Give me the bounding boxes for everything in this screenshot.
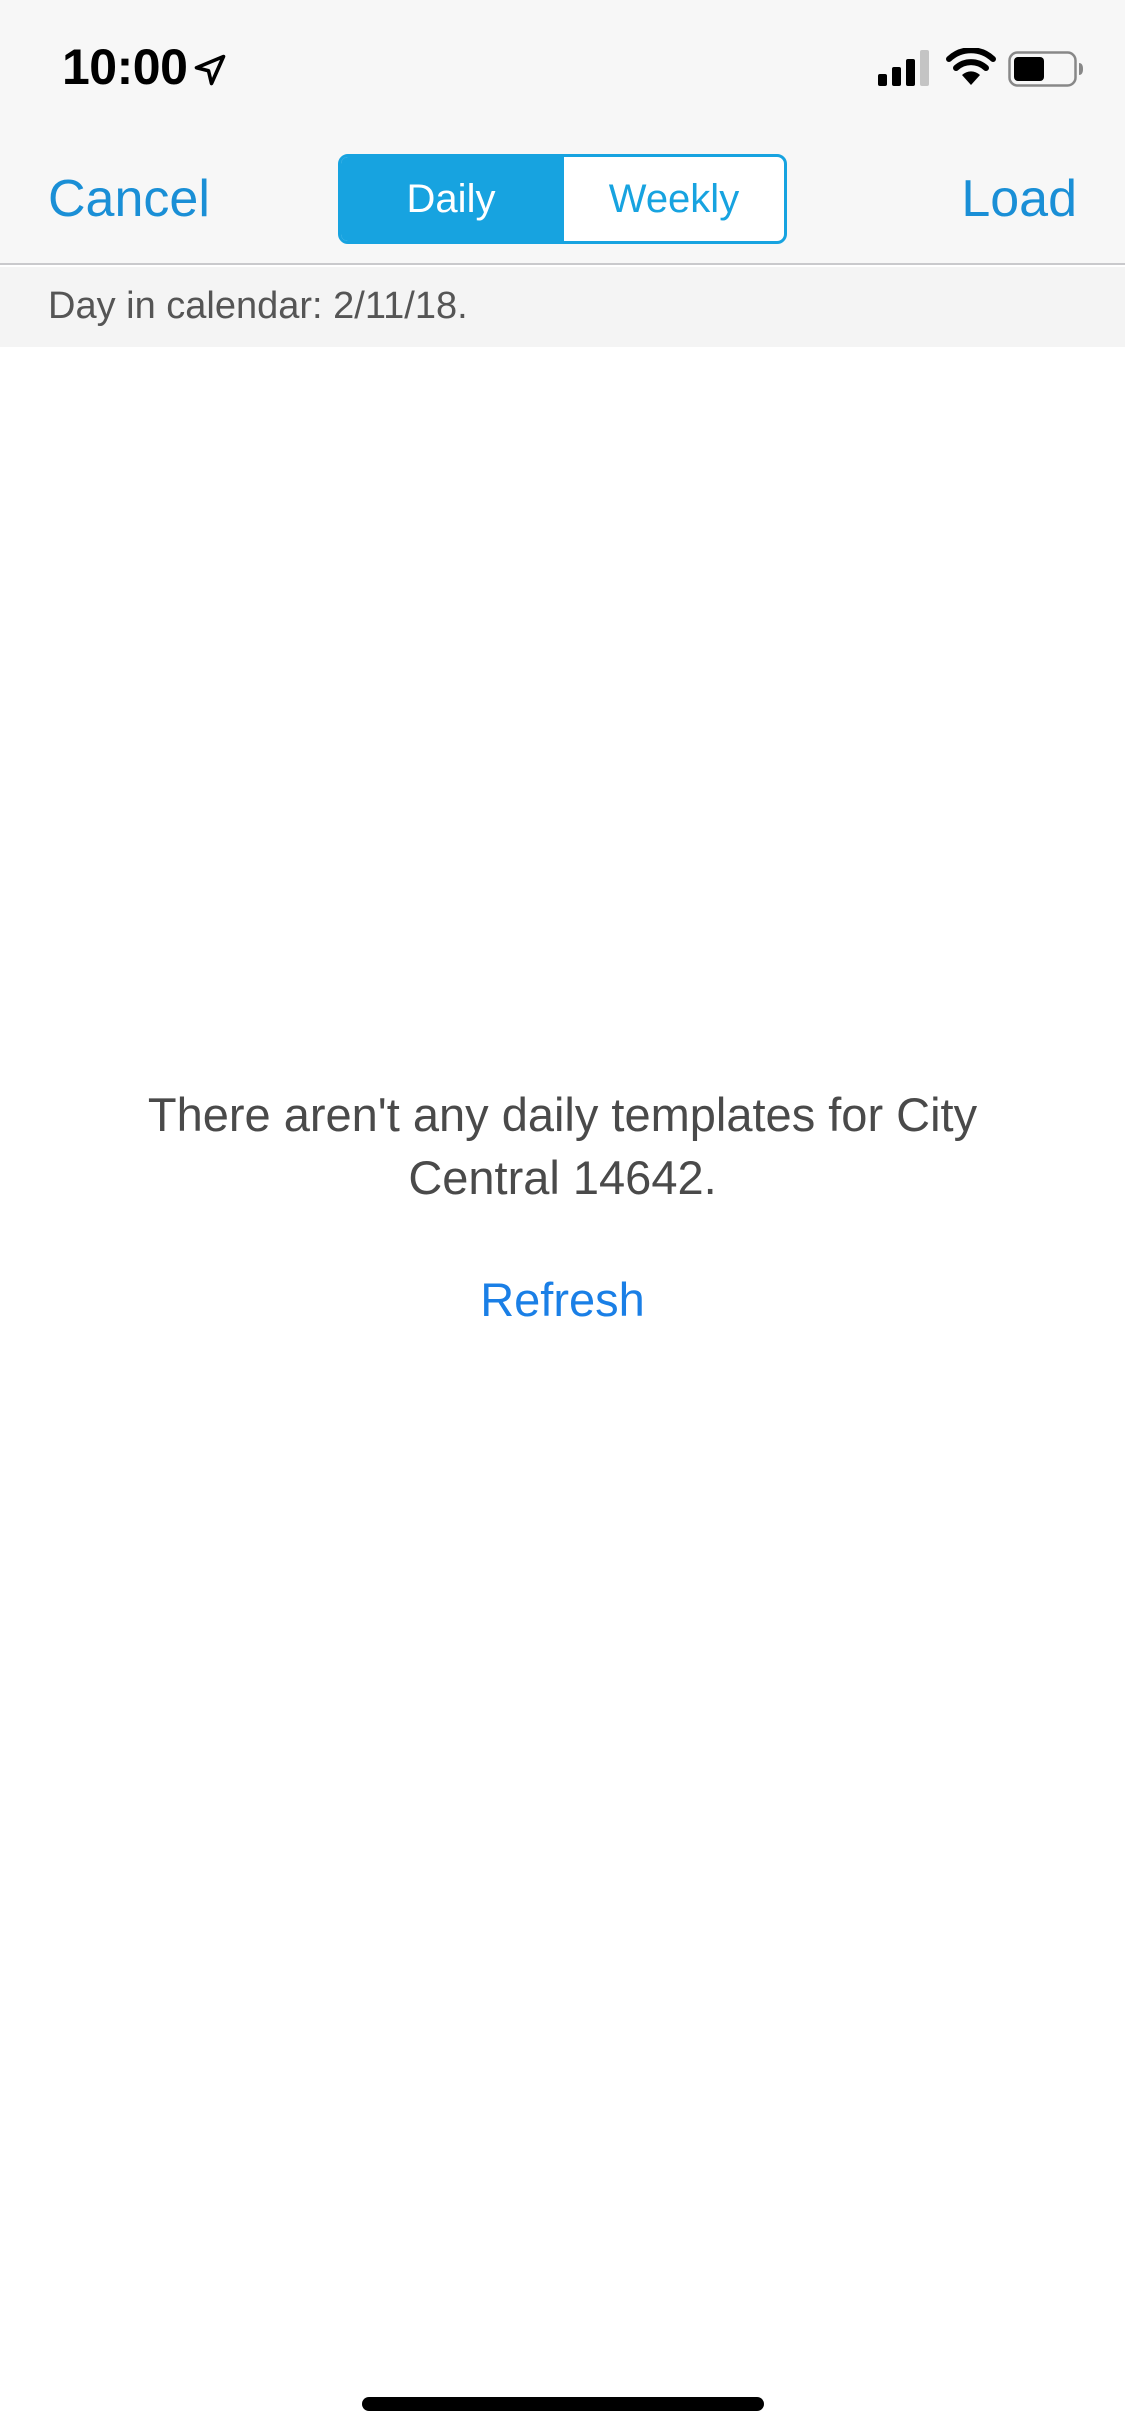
template-type-segmented-control: Daily Weekly bbox=[338, 154, 787, 244]
battery-icon bbox=[1008, 51, 1083, 87]
calendar-day-header: Day in calendar: 2/11/18. bbox=[0, 267, 1125, 347]
navigation-bar: Cancel Daily Weekly Load bbox=[0, 135, 1125, 265]
refresh-button[interactable]: Refresh bbox=[0, 1272, 1125, 1327]
home-indicator[interactable] bbox=[362, 2397, 764, 2411]
location-arrow-icon bbox=[194, 54, 226, 86]
screen: 10:00 Cancel Daily Weekly Load Day in ca… bbox=[0, 0, 1125, 2436]
cellular-signal-icon bbox=[878, 50, 929, 86]
segment-daily[interactable]: Daily bbox=[341, 157, 561, 241]
cancel-button[interactable]: Cancel bbox=[48, 169, 210, 229]
calendar-day-label: Day in calendar: 2/11/18. bbox=[48, 285, 468, 327]
wifi-icon bbox=[946, 48, 996, 85]
segment-weekly[interactable]: Weekly bbox=[561, 157, 784, 241]
status-time: 10:00 bbox=[62, 39, 188, 95]
load-button[interactable]: Load bbox=[961, 169, 1077, 229]
empty-state-message: There aren't any daily templates for Cit… bbox=[147, 1088, 978, 1204]
status-bar: 10:00 bbox=[0, 0, 1125, 135]
